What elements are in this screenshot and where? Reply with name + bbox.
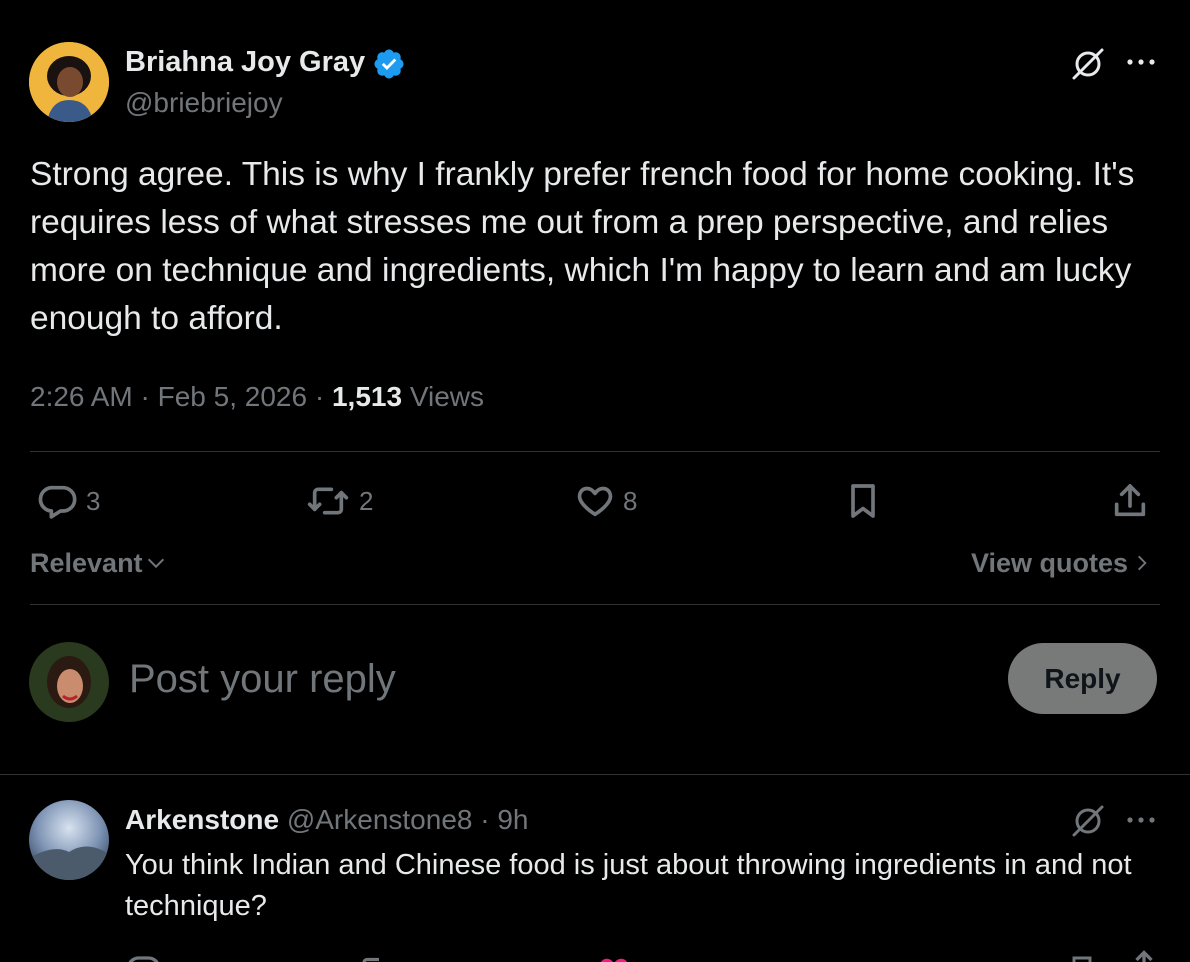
- tweet-text: Strong agree. This is why I frankly pref…: [30, 156, 1135, 337]
- repost-count: 2: [359, 485, 374, 516]
- divider: [30, 604, 1160, 605]
- bookmark-icon: [851, 484, 875, 518]
- like-icon[interactable]: [596, 952, 632, 962]
- my-avatar[interactable]: [29, 642, 109, 722]
- reply-icon: [38, 485, 77, 519]
- divider: [0, 774, 1190, 775]
- more-icon[interactable]: [1124, 808, 1158, 832]
- reply-author-avatar[interactable]: [29, 800, 109, 880]
- repost-action[interactable]: 2: [305, 481, 373, 521]
- bookmark-action[interactable]: [843, 481, 883, 521]
- author-name[interactable]: Briahna Joy Gray: [125, 44, 365, 80]
- tweet-time[interactable]: 2:26 AM: [30, 381, 133, 412]
- share-icon[interactable]: [1126, 948, 1162, 962]
- reply-input[interactable]: Post your reply: [129, 654, 949, 704]
- reply-icon[interactable]: [126, 952, 162, 962]
- reply-button[interactable]: Reply: [1008, 643, 1157, 714]
- like-count: 8: [623, 485, 638, 516]
- reply-action[interactable]: 3: [38, 481, 100, 521]
- verified-badge-icon: [372, 47, 406, 86]
- views-count: 1,513: [331, 381, 403, 412]
- share-icon: [1114, 484, 1146, 517]
- views-label: Views: [409, 381, 485, 412]
- grok-icon[interactable]: [1068, 44, 1108, 84]
- reply-age[interactable]: 9h: [497, 804, 528, 835]
- repost-icon[interactable]: [356, 952, 396, 962]
- like-action[interactable]: 8: [575, 481, 637, 521]
- meta-separator: ·: [314, 381, 325, 412]
- grok-icon[interactable]: [1068, 801, 1108, 841]
- tweet-date[interactable]: Feb 5, 2026: [158, 381, 307, 412]
- view-quotes-link[interactable]: View quotes: [971, 546, 1152, 580]
- reply-author-handle[interactable]: @Arkenstone8: [287, 804, 473, 835]
- chevron-down-icon: [147, 558, 164, 569]
- repost-icon: [307, 487, 349, 515]
- more-icon[interactable]: [1124, 50, 1158, 74]
- chevron-right-icon: [1138, 555, 1147, 571]
- meta-separator: ·: [140, 381, 150, 412]
- divider: [30, 451, 1160, 452]
- reply-count: 3: [86, 485, 101, 516]
- reply-actions-row: [0, 948, 1190, 962]
- reply-text: You think Indian and Chinese food is jus…: [125, 849, 1132, 922]
- sort-label: Relevant: [30, 548, 143, 578]
- author-avatar[interactable]: [29, 42, 109, 122]
- view-quotes-label: View quotes: [971, 548, 1129, 578]
- reply-author-name[interactable]: Arkenstone: [125, 804, 279, 835]
- meta-separator: ·: [480, 804, 490, 835]
- bookmark-icon[interactable]: [1066, 952, 1098, 962]
- author-handle[interactable]: @briebriejoy: [125, 86, 283, 120]
- like-icon: [577, 486, 613, 517]
- reply-header: Arkenstone @Arkenstone8 · 9h: [125, 802, 529, 838]
- tweet-meta: 2:26 AM · Feb 5, 2026 · 1,513 Views: [30, 379, 484, 415]
- share-action[interactable]: [1110, 481, 1150, 521]
- sort-dropdown[interactable]: Relevant: [30, 546, 167, 580]
